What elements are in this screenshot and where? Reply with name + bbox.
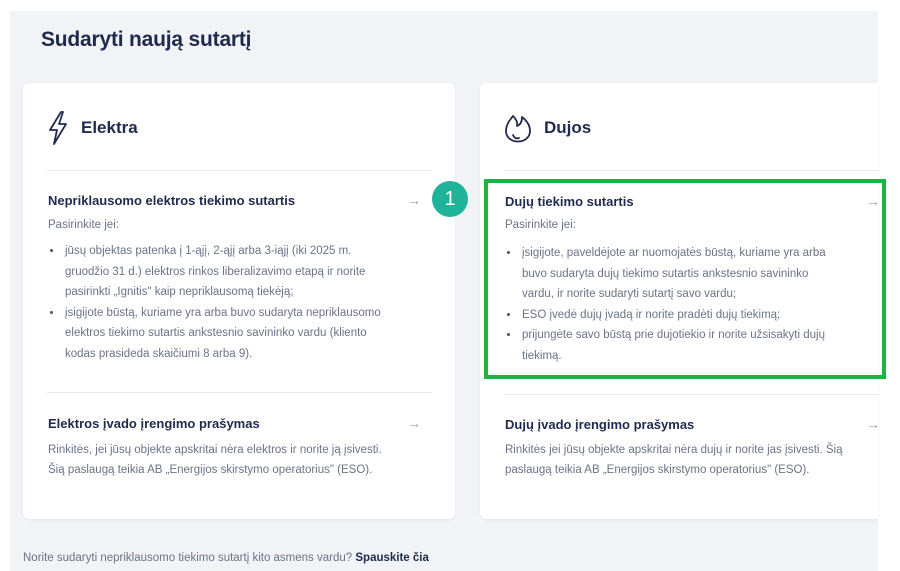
step-number-badge: 1	[432, 181, 468, 217]
divider	[47, 170, 432, 171]
elektra-conditions-list: jūsų objektas patenka į 1-ąjį, 2-ąjį arb…	[41, 241, 453, 364]
divider	[47, 392, 432, 393]
footer-note: Norite sudaryti nepriklausomo tiekimo su…	[23, 552, 429, 564]
list-item: įsigijote būstą, kuriame yra arba buvo s…	[63, 303, 453, 365]
dujos-card-header: Dujos	[504, 108, 591, 148]
elektra-card-header: Elektra	[47, 108, 138, 148]
elektra-card: Elektra Nepriklausomo elektros tiekimo s…	[23, 83, 455, 519]
highlight-box	[484, 179, 886, 379]
divider	[504, 170, 878, 171]
footer-link[interactable]: Spauskite čia	[355, 552, 429, 564]
arrow-right-icon[interactable]: →	[407, 193, 421, 207]
elektra-independent-contract-title[interactable]: Nepriklausomo elektros tiekimo sutartis	[48, 193, 295, 208]
footer-note-text: Norite sudaryti nepriklausomo tiekimo su…	[23, 552, 353, 564]
elektra-connection-request-title[interactable]: Elektros įvado įrengimo prašymas	[48, 416, 260, 431]
flame-icon	[504, 113, 532, 143]
dujos-connection-request-description: Rinkitės jei jūsų objekte apskritai nėra…	[505, 444, 843, 476]
divider	[504, 394, 878, 395]
elektra-intro: Pasirinkite jei:	[48, 219, 119, 231]
elektra-title: Elektra	[81, 118, 138, 137]
dujos-connection-request-title[interactable]: Dujų įvado įrengimo prašymas	[505, 417, 694, 432]
lightning-icon	[47, 111, 69, 145]
arrow-right-icon[interactable]: →	[866, 417, 880, 431]
dujos-title: Dujos	[544, 118, 592, 137]
arrow-right-icon[interactable]: →	[407, 416, 421, 430]
list-item: jūsų objektas patenka į 1-ąjį, 2-ąjį arb…	[63, 241, 453, 303]
page-title: Sudaryti naują sutartį	[41, 28, 252, 51]
elektra-connection-request-description: Rinkitės, jei jūsų objekte apskritai nėr…	[48, 444, 382, 476]
